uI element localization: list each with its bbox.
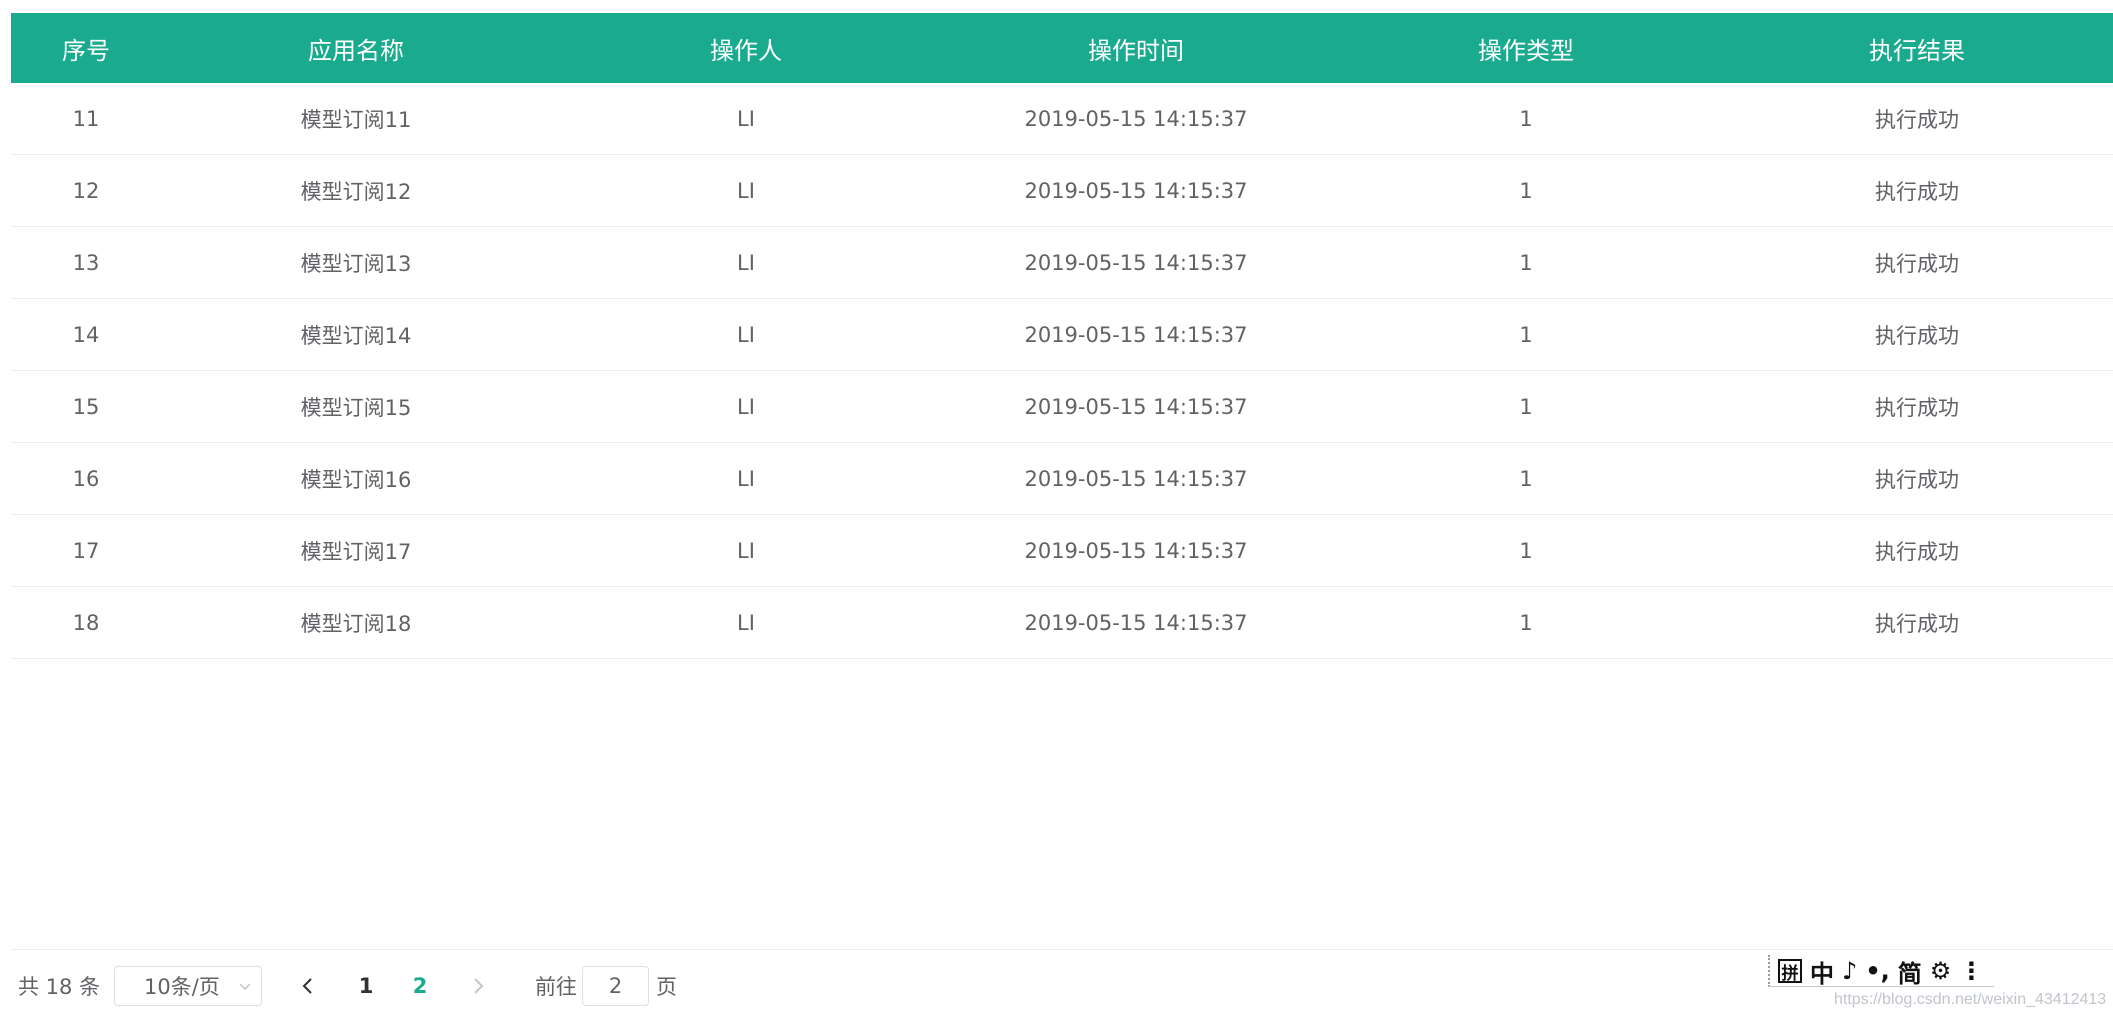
ime-moon-icon[interactable]: ♪ [1842, 957, 1857, 985]
cell-operation-type: 1 [1331, 370, 1721, 443]
cell-app-name: 模型订阅17 [161, 514, 551, 587]
cell-index: 16 [11, 442, 161, 515]
cell-operation-type: 1 [1331, 514, 1721, 587]
column-header-result[interactable]: 执行结果 [1721, 13, 2113, 83]
column-header-operation-type[interactable]: 操作类型 [1331, 13, 1721, 83]
ime-chinese-mode-icon[interactable]: 中 [1810, 954, 1834, 989]
table-row[interactable]: 11 模型订阅11 LI 2019-05-15 14:15:37 1 执行成功 [11, 83, 2113, 155]
goto-page-input[interactable]: 2 [582, 966, 649, 1006]
cell-operation-type: 1 [1331, 83, 1721, 155]
cell-operator: LI [551, 514, 941, 587]
page-size-value: 10条/页 [144, 975, 220, 999]
cell-operator: LI [551, 442, 941, 515]
cell-index: 13 [11, 226, 161, 299]
cell-app-name: 模型订阅14 [161, 298, 551, 371]
cell-operation-type: 1 [1331, 442, 1721, 515]
prev-page-button[interactable] [298, 966, 318, 1006]
cell-index: 11 [11, 83, 161, 155]
cell-result: 执行成功 [1721, 83, 2113, 155]
cell-result: 执行成功 [1721, 586, 2113, 659]
cell-operation-type: 1 [1331, 226, 1721, 299]
pagination-divider [11, 949, 2113, 950]
ime-pinyin-icon[interactable]: 拼 [1778, 959, 1802, 984]
total-count: 共 18 条 [18, 975, 101, 999]
cell-app-name: 模型订阅16 [161, 442, 551, 515]
cell-operation-type: 1 [1331, 586, 1721, 659]
cell-result: 执行成功 [1721, 514, 2113, 587]
column-header-operator[interactable]: 操作人 [551, 13, 941, 83]
chevron-down-icon [239, 983, 251, 991]
ime-more-icon[interactable]: ⋮ [1959, 957, 1983, 985]
operation-log-table: 序号 应用名称 操作人 操作时间 操作类型 执行结果 11 模型订阅11 LI … [11, 13, 2113, 659]
cell-index: 14 [11, 298, 161, 371]
table-header-row: 序号 应用名称 操作人 操作时间 操作类型 执行结果 [11, 13, 2113, 83]
cell-operation-time: 2019-05-15 14:15:37 [941, 586, 1331, 659]
table-row[interactable]: 16 模型订阅16 LI 2019-05-15 14:15:37 1 执行成功 [11, 442, 2113, 515]
goto-unit-label: 页 [656, 975, 677, 999]
table-row[interactable]: 12 模型订阅12 LI 2019-05-15 14:15:37 1 执行成功 [11, 154, 2113, 227]
cell-operation-time: 2019-05-15 14:15:37 [941, 83, 1331, 155]
cell-operator: LI [551, 370, 941, 443]
cell-result: 执行成功 [1721, 370, 2113, 443]
cell-result: 执行成功 [1721, 298, 2113, 371]
page-number-1[interactable]: 1 [355, 966, 377, 1006]
cell-operator: LI [551, 298, 941, 371]
cell-app-name: 模型订阅11 [161, 83, 551, 155]
cell-app-name: 模型订阅18 [161, 586, 551, 659]
ime-settings-icon[interactable]: ⚙ [1930, 957, 1952, 985]
cell-result: 执行成功 [1721, 442, 2113, 515]
table-row[interactable]: 18 模型订阅18 LI 2019-05-15 14:15:37 1 执行成功 [11, 586, 2113, 659]
chevron-left-icon [302, 978, 312, 994]
cell-index: 17 [11, 514, 161, 587]
ime-simplified-icon[interactable]: 简 [1898, 954, 1922, 989]
watermark-text: https://blog.csdn.net/weixin_43412413 [1834, 991, 2107, 1008]
ime-toolbar: 拼 中 ♪ •, 简 ⚙ ⋮ [1768, 954, 1983, 989]
cell-index: 15 [11, 370, 161, 443]
table-row[interactable]: 13 模型订阅13 LI 2019-05-15 14:15:37 1 执行成功 [11, 226, 2113, 299]
cell-result: 执行成功 [1721, 154, 2113, 227]
cell-operation-time: 2019-05-15 14:15:37 [941, 154, 1331, 227]
cell-operator: LI [551, 83, 941, 155]
ime-underline [1768, 986, 1994, 987]
data-table: 序号 应用名称 操作人 操作时间 操作类型 执行结果 11 模型订阅11 LI … [11, 13, 2113, 659]
column-header-app-name[interactable]: 应用名称 [161, 13, 551, 83]
cell-result: 执行成功 [1721, 226, 2113, 299]
table-row[interactable]: 17 模型订阅17 LI 2019-05-15 14:15:37 1 执行成功 [11, 514, 2113, 587]
cell-index: 18 [11, 586, 161, 659]
cell-operator: LI [551, 154, 941, 227]
cell-operation-time: 2019-05-15 14:15:37 [941, 298, 1331, 371]
page-size-select[interactable]: 10条/页 [114, 966, 262, 1006]
chevron-right-icon [474, 978, 484, 994]
page-number-2-active[interactable]: 2 [409, 966, 431, 1006]
table-row[interactable]: 14 模型订阅14 LI 2019-05-15 14:15:37 1 执行成功 [11, 298, 2113, 371]
cell-app-name: 模型订阅15 [161, 370, 551, 443]
cell-app-name: 模型订阅13 [161, 226, 551, 299]
column-header-index[interactable]: 序号 [11, 13, 161, 83]
cell-app-name: 模型订阅12 [161, 154, 551, 227]
cell-operator: LI [551, 586, 941, 659]
table-row[interactable]: 15 模型订阅15 LI 2019-05-15 14:15:37 1 执行成功 [11, 370, 2113, 443]
cell-operation-time: 2019-05-15 14:15:37 [941, 514, 1331, 587]
ime-punctuation-icon[interactable]: •, [1865, 957, 1889, 985]
goto-label: 前往 [535, 975, 577, 999]
column-header-operation-time[interactable]: 操作时间 [941, 13, 1331, 83]
cell-operator: LI [551, 226, 941, 299]
cell-index: 12 [11, 154, 161, 227]
cell-operation-time: 2019-05-15 14:15:37 [941, 442, 1331, 515]
next-page-button[interactable] [468, 966, 488, 1006]
cell-operation-time: 2019-05-15 14:15:37 [941, 370, 1331, 443]
cell-operation-type: 1 [1331, 154, 1721, 227]
cell-operation-type: 1 [1331, 298, 1721, 371]
cell-operation-time: 2019-05-15 14:15:37 [941, 226, 1331, 299]
goto-page-value: 2 [608, 974, 623, 998]
